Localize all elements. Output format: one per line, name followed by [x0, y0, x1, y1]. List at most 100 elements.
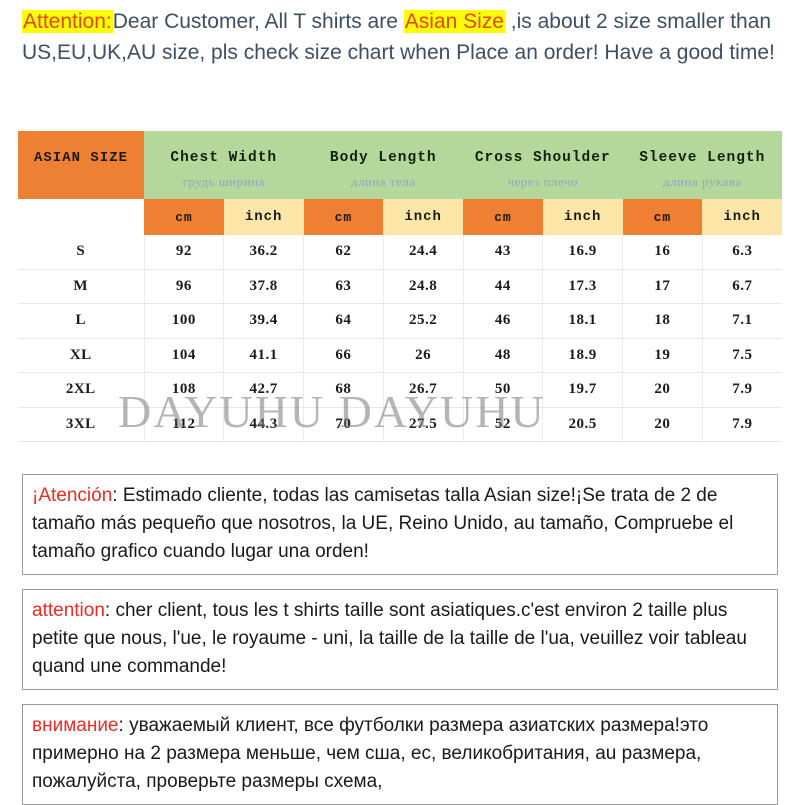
cell-value: 26 — [383, 338, 464, 373]
cell-value: 66 — [303, 338, 384, 373]
cell-value: 6.3 — [702, 235, 783, 270]
cell-value: 27.5 — [383, 407, 464, 442]
cell-value: 44 — [463, 269, 544, 304]
cell-value: 41.1 — [223, 338, 304, 373]
header-chest-width-en: Chest Width — [170, 150, 278, 166]
cell-value: 112 — [144, 407, 225, 442]
note-russian-lead: внимание — [32, 715, 119, 736]
cell-value: 24.8 — [383, 269, 464, 304]
header-cross-shoulder-en: Cross Shoulder — [474, 150, 611, 166]
size-chart-table: ASIAN SIZE азиатский размер Chest Width … — [18, 131, 783, 442]
note-french-lead: attention — [32, 600, 105, 621]
cell-value: 46 — [463, 303, 544, 339]
cell-value: 17.3 — [542, 269, 624, 304]
table-row: 3XL 112 44.3 70 27.5 52 20.5 20 7.9 — [18, 407, 783, 442]
unit-cell-cm-shoulder: cm — [463, 199, 543, 235]
cell-value: 7.1 — [702, 303, 783, 339]
unit-blank-cell — [18, 199, 144, 235]
banner-text-part1: Dear Customer, All T shirts are — [112, 10, 404, 33]
cell-value: 96 — [144, 269, 225, 304]
cell-value: 6.7 — [702, 269, 783, 304]
table-header-row: ASIAN SIZE азиатский размер Chest Width … — [18, 131, 783, 199]
attention-label: Attention: — [22, 10, 113, 33]
unit-cell-inch-chest: inch — [223, 199, 304, 235]
cell-size: XL — [18, 338, 145, 373]
cell-value: 7.5 — [702, 338, 783, 373]
header-cross-shoulder-ru: через плечо — [507, 174, 579, 189]
header-sleeve-length-ru: длина рукава — [663, 174, 742, 189]
cell-value: 37.8 — [223, 269, 304, 304]
header-sleeve-length-en: Sleeve Length — [639, 150, 766, 166]
cell-size: 2XL — [18, 372, 145, 408]
cell-size: M — [18, 269, 145, 304]
cell-value: 100 — [144, 303, 225, 339]
cell-value: 25.2 — [383, 303, 464, 339]
note-spanish: ¡Atención: Estimado cliente, todas las c… — [22, 474, 778, 575]
header-body-length-ru: длина тела — [350, 174, 416, 189]
cell-value: 63 — [303, 269, 384, 304]
header-body-length: Body Length длина тела — [303, 131, 463, 199]
cell-value: 7.9 — [702, 407, 783, 442]
note-spanish-lead: ¡Atención — [32, 485, 113, 506]
cell-value: 20 — [622, 407, 703, 442]
cell-value: 17 — [622, 269, 703, 304]
cell-value: 108 — [144, 372, 225, 408]
header-asian-size: ASIAN SIZE азиатский размер — [18, 131, 144, 199]
header-body-length-en: Body Length — [329, 150, 437, 166]
cell-value: 64 — [303, 303, 384, 339]
cell-value: 18.1 — [542, 303, 624, 339]
cell-value: 20 — [622, 372, 703, 408]
cell-value: 44.3 — [223, 407, 304, 442]
header-cross-shoulder: Cross Shoulder через плечо — [463, 131, 623, 199]
cell-value: 70 — [303, 407, 384, 442]
cell-value: 36.2 — [223, 235, 304, 270]
table-row: XL 104 41.1 66 26 48 18.9 19 7.5 — [18, 338, 783, 373]
cell-value: 16 — [622, 235, 703, 270]
size-chart-table-wrapper: ASIAN SIZE азиатский размер Chest Width … — [18, 131, 783, 442]
cell-value: 48 — [463, 338, 544, 373]
cell-value: 42.7 — [223, 372, 304, 408]
cell-size: S — [18, 235, 145, 270]
header-sleeve-length: Sleeve Length длина рукава — [622, 131, 783, 199]
note-french: attention: cher client, tous les t shirt… — [22, 589, 778, 690]
cell-value: 7.9 — [702, 372, 783, 408]
table-row: L 100 39.4 64 25.2 46 18.1 18 7.1 — [18, 303, 783, 339]
cell-size: 3XL — [18, 407, 145, 442]
cell-value: 50 — [463, 372, 544, 408]
cell-size: L — [18, 303, 145, 339]
cell-value: 52 — [463, 407, 544, 442]
note-russian-body: : уважаемый клиент, все футболки размера… — [32, 715, 709, 792]
asian-size-label: Asian Size — [403, 10, 505, 33]
table-row: 2XL 108 42.7 68 26.7 50 19.7 20 7.9 — [18, 372, 783, 408]
table-row: S 92 36.2 62 24.4 43 16.9 16 6.3 — [18, 235, 783, 270]
unit-cell-cm-chest: cm — [144, 199, 224, 235]
unit-cell-inch-sleeve: inch — [702, 199, 783, 235]
table-row: M 96 37.8 63 24.8 44 17.3 17 6.7 — [18, 269, 783, 304]
table-unit-row: cm inch cm inch cm inch cm inch — [18, 199, 783, 235]
cell-value: 26.7 — [383, 372, 464, 408]
cell-value: 24.4 — [383, 235, 464, 270]
cell-value: 18 — [622, 303, 703, 339]
header-chest-width: Chest Width грудь ширина — [144, 131, 304, 199]
cell-value: 19.7 — [542, 372, 624, 408]
cell-value: 68 — [303, 372, 384, 408]
cell-value: 18.9 — [542, 338, 624, 373]
note-spanish-body: : Estimado cliente, todas las camisetas … — [32, 485, 734, 562]
header-asian-size-ru: азиатский размер — [32, 174, 130, 188]
unit-cell-cm-body: cm — [303, 199, 384, 235]
cell-value: 104 — [144, 338, 225, 373]
cell-value: 20.5 — [542, 407, 624, 442]
cell-value: 19 — [622, 338, 703, 373]
attention-banner: Attention:Dear Customer, All T shirts ar… — [22, 6, 784, 68]
cell-value: 16.9 — [542, 235, 624, 270]
cell-value: 39.4 — [223, 303, 304, 339]
cell-value: 92 — [144, 235, 225, 270]
note-russian: внимание: уважаемый клиент, все футболки… — [22, 704, 778, 805]
unit-cell-inch-body: inch — [383, 199, 463, 235]
header-asian-size-en: ASIAN SIZE — [33, 150, 128, 166]
header-chest-width-ru: грудь ширина — [182, 174, 265, 189]
note-french-body: : cher client, tous les t shirts taille … — [32, 600, 747, 677]
unit-cell-cm-sleeve: cm — [622, 199, 703, 235]
cell-value: 43 — [463, 235, 544, 270]
cell-value: 62 — [303, 235, 384, 270]
